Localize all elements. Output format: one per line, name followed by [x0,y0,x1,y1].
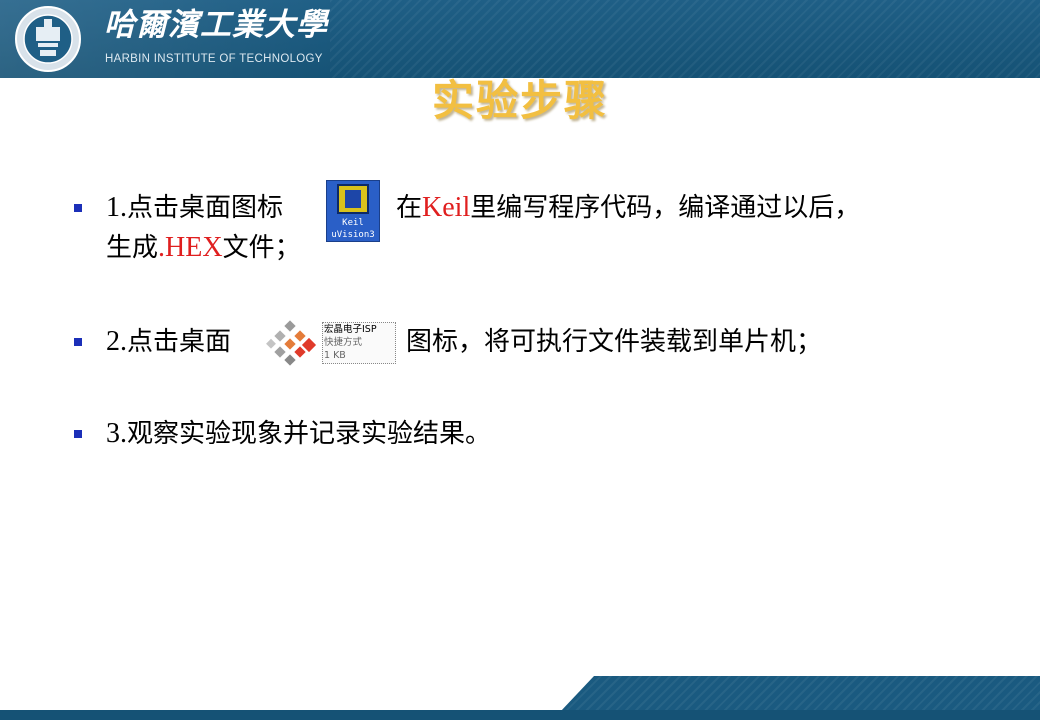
step-text: 点击桌面图标 [127,193,284,223]
footer-wedge [560,676,1040,712]
step-text: 图标，将可执行文件装载到单片机； [406,327,823,357]
bullet-marker [74,338,82,346]
shortcut-name: 宏晶电子ISP [324,324,377,335]
footer-band [0,710,1040,720]
step-1-line-2: 生成.HEX文件； [106,230,301,266]
step-text: 点击桌面 [127,327,232,357]
step-number: 1. [106,192,127,223]
header-band: 哈爾濱工業大學 HARBIN INSTITUTE OF TECHNOLOGY [0,0,1040,78]
step-2-line-1: 2.点击桌面 [106,324,231,360]
hit-seal-icon [15,6,81,72]
school-name-cn: 哈爾濱工業大學 [104,7,328,43]
step-number: 3. [106,418,127,449]
keil-uvision3-icon[interactable]: Keil uVision3 [326,180,380,242]
step-text: 里编写程序代码，编译通过以后， [470,193,861,223]
keil-icon-label-1: Keil [342,218,364,228]
hex-highlight: .HEX [158,232,223,263]
stc-isp-icon[interactable] [266,320,318,366]
step-text: 观察实验现象并记录实验结果。 [127,419,492,449]
step-1-line-1b: 在Keil里编写程序代码，编译通过以后， [396,190,860,226]
keil-icon-label-2: uVision3 [331,230,375,240]
step-text: 生成 [106,233,159,263]
bullet-marker [74,204,82,212]
step-2-line-1b: 图标，将可执行文件装载到单片机； [406,324,822,360]
step-1-line-1: 1.点击桌面图标 [106,190,283,226]
shortcut-size: 1 KB [324,350,346,361]
stc-isp-shortcut-label[interactable]: 宏晶电子ISP 快捷方式 1 KB [322,322,396,364]
step-3-line-1: 3.观察实验现象并记录实验结果。 [106,416,491,452]
shortcut-type: 快捷方式 [324,337,363,348]
slide-title: 实验步骤 [431,76,608,125]
bullet-marker [74,430,82,438]
step-number: 2. [106,326,127,357]
step-text: 文件； [222,233,301,263]
school-name-en: HARBIN INSTITUTE OF TECHNOLOGY [105,53,323,65]
lens-shape [337,184,369,214]
header-pattern [330,0,1040,78]
keil-highlight: Keil [422,192,471,223]
step-text: 在 [396,193,423,223]
